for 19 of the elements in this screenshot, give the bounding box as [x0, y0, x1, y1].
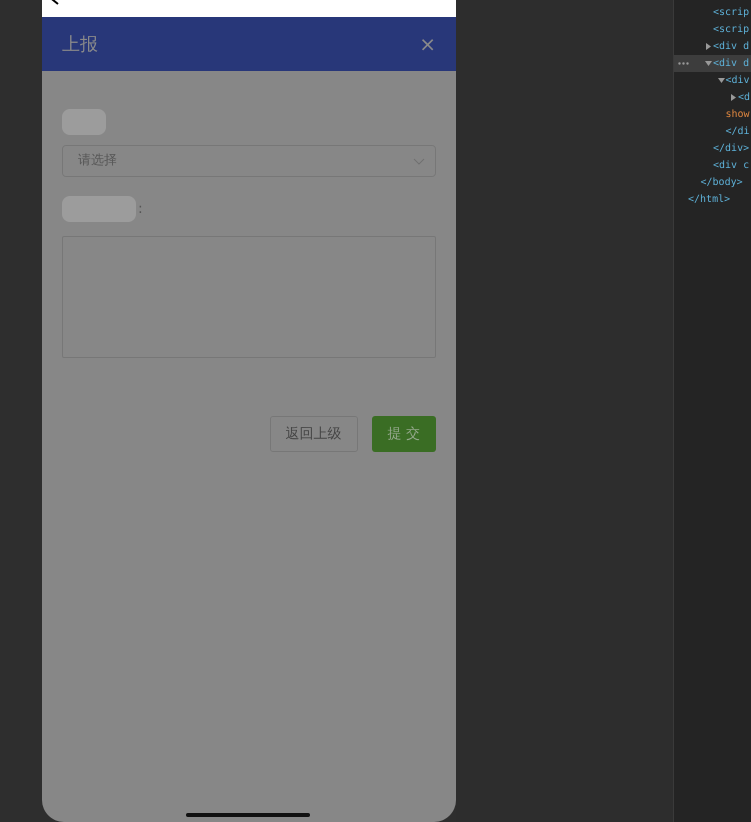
element-tag[interactable]: <div d: [713, 38, 750, 55]
closing-tag[interactable]: </body>: [700, 174, 743, 191]
closing-tag[interactable]: </di: [726, 123, 750, 140]
expanded-arrow-icon[interactable]: [705, 60, 712, 67]
element-tag[interactable]: <div: [726, 72, 750, 89]
dialog-title: 上报: [62, 32, 98, 56]
element-tag[interactable]: <scrip: [713, 21, 750, 38]
element-tag[interactable]: <scrip: [713, 4, 750, 21]
element-tag[interactable]: <div c: [713, 157, 750, 174]
collapsed-arrow-icon[interactable]: [730, 94, 737, 101]
attribute-text[interactable]: show: [726, 106, 750, 123]
closing-tag[interactable]: </html>: [688, 191, 730, 208]
element-tag[interactable]: <d: [738, 89, 750, 106]
label-colon: :: [138, 200, 143, 218]
collapsed-arrow-icon[interactable]: [705, 43, 712, 50]
expanded-arrow-icon[interactable]: [718, 77, 724, 84]
more-icon[interactable]: [678, 62, 689, 65]
closing-tag[interactable]: </div>: [713, 140, 750, 157]
chevron-down-icon: [413, 158, 425, 164]
